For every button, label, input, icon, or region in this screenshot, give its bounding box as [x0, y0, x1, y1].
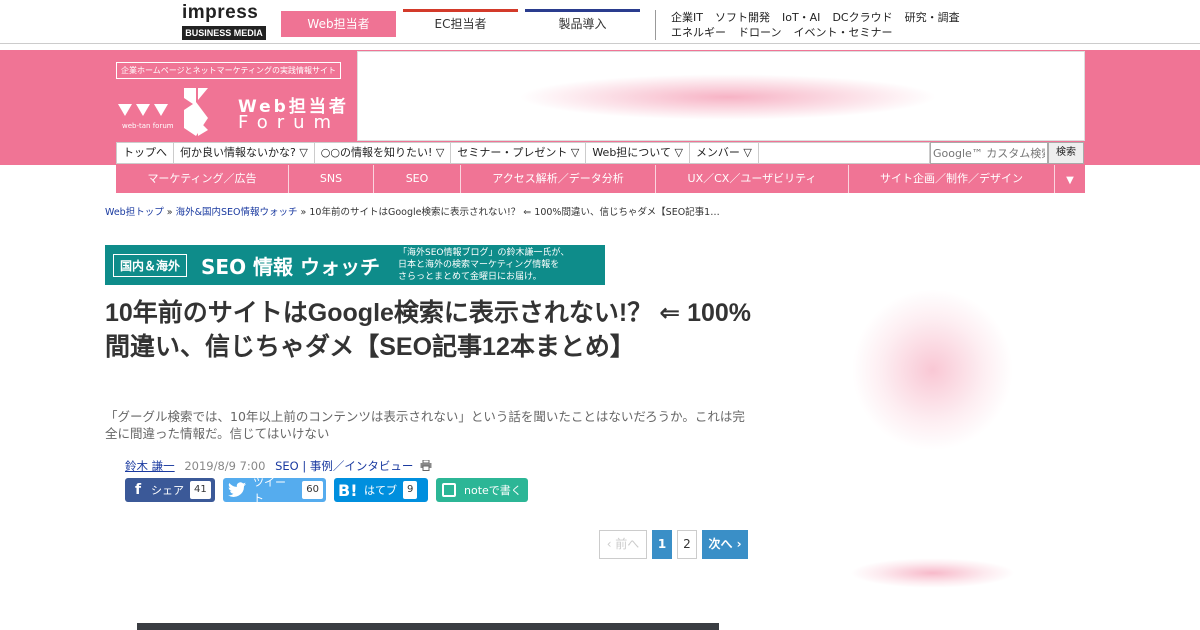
article-date: 2019/8/9 7:00 — [184, 459, 266, 473]
top-link[interactable]: 企業IT — [671, 10, 703, 25]
twitter-label: ツイート — [253, 476, 286, 505]
article-title: 10年前のサイトはGoogle検索に表示されない!？ ⇐ 100%間違い、信じち… — [105, 299, 752, 361]
note-label: noteで書く — [464, 484, 522, 497]
web-tan-logo-mark — [118, 88, 208, 136]
category-ux[interactable]: UX／CX／ユーザビリティ — [656, 165, 849, 193]
category-nav: マーケティング／広告 SNS SEO アクセス解析／データ分析 UX／CX／ユー… — [116, 165, 1085, 193]
category-seo[interactable]: SEO — [374, 165, 461, 193]
breadcrumb-home[interactable]: Web担トップ — [105, 207, 164, 218]
facebook-label: シェア — [151, 484, 184, 497]
category-more-icon[interactable]: ▼ — [1055, 165, 1085, 193]
twitter-icon — [227, 481, 247, 499]
sidebar-ad[interactable] — [850, 290, 1015, 450]
hatena-label: はてブ — [364, 484, 397, 497]
category-site-planning[interactable]: サイト企画／制作／デザイン — [849, 165, 1055, 193]
top-link[interactable]: ソフト開発 — [715, 10, 770, 25]
article-category[interactable]: 事例／インタビュー — [310, 459, 414, 473]
pager-page-2[interactable]: 2 — [677, 530, 697, 559]
ad-placeholder-image — [518, 74, 938, 120]
menu-item-member[interactable]: メンバー ▽ — [690, 143, 759, 163]
pager-next-button[interactable]: 次へ › — [702, 530, 748, 559]
note-share-button[interactable]: noteで書く — [436, 478, 528, 502]
facebook-icon: f — [134, 482, 142, 498]
logo-sub: Forum — [238, 112, 341, 133]
top-link[interactable]: エネルギー — [671, 25, 726, 40]
top-links: 企業IT ソフト開発 IoT・AI DCクラウド 研究・調査 エネルギー ドローン イベント… — [671, 10, 1001, 40]
site-logo[interactable]: 企業ホームページとネットマーケティングの実践情報サイト Web担当者 Forum… — [116, 60, 356, 140]
breadcrumb-section[interactable]: 海外&国内SEO情報ウォッチ — [176, 207, 298, 218]
ad-banner[interactable] — [357, 51, 1085, 141]
article-author[interactable]: 鈴木 謙一 — [125, 459, 175, 473]
facebook-count: 41 — [190, 481, 211, 499]
logo-small: web-tan forum — [122, 122, 174, 130]
breadcrumb-sep: » — [166, 207, 173, 218]
web-tan-logo: Web担当者 Forum web-tan forum — [116, 84, 356, 140]
divider — [655, 10, 656, 40]
impress-logo-word: impress — [182, 2, 259, 23]
note-icon — [442, 483, 456, 497]
top-bar: impress BUSINESS MEDIA Web担当者 EC担当者 製品導入… — [0, 0, 1200, 44]
impress-logo[interactable]: impress BUSINESS MEDIA — [182, 3, 266, 41]
site-tagline: 企業ホームページとネットマーケティングの実践情報サイト — [116, 62, 341, 79]
seo-banner-desc: 「海外SEO情報ブログ」の鈴木謙一氏が、 日本と海外の検索マーケティング情報を … — [398, 247, 569, 283]
menu-item-seminar[interactable]: セミナー・プレゼント ▽ — [451, 143, 587, 163]
twitter-count: 60 — [302, 481, 323, 499]
breadcrumb-sep: » — [300, 207, 307, 218]
tab-ec-tantousha[interactable]: EC担当者 — [403, 9, 518, 38]
search-button[interactable]: 検索 — [1048, 142, 1084, 164]
sidebar-ad-small[interactable] — [850, 558, 1015, 588]
twitter-share-button[interactable]: ツイート 60 — [223, 476, 326, 505]
category-analytics[interactable]: アクセス解析／データ分析 — [461, 165, 656, 193]
article-category[interactable]: SEO — [275, 459, 299, 473]
top-link[interactable]: DCクラウド — [832, 10, 892, 25]
menu-item-good-info[interactable]: 何か良い情報ないかな? ▽ — [174, 143, 315, 163]
hatena-count: 9 — [403, 481, 418, 499]
article-hero-image — [137, 623, 719, 630]
category-marketing[interactable]: マーケティング／広告 — [116, 165, 289, 193]
search-box: 検索 — [930, 142, 1085, 164]
seo-banner-desc-line: 「海外SEO情報ブログ」の鈴木謙一氏が、 — [398, 248, 570, 258]
facebook-share-button[interactable]: f シェア 41 — [125, 478, 215, 502]
main-menu: トップへ 何か良い情報ないかな? ▽ ○○の情報を知りたい! ▽ セミナー・プレ… — [116, 142, 930, 164]
hatena-bookmark-button[interactable]: B! はてブ 9 — [334, 478, 428, 502]
article-lead: 「グーグル検索では、10年以上前のコンテンツは表示されない」という話を聞いたこと… — [105, 409, 745, 441]
pagination: ‹ 前へ 1 2 次へ › — [594, 530, 748, 559]
top-links-row1: 企業IT ソフト開発 IoT・AI DCクラウド 研究・調査 — [671, 10, 1001, 25]
seo-banner-desc-line: 日本と海外の検索マーケティング情報を — [398, 260, 560, 270]
search-input[interactable] — [930, 142, 1048, 164]
print-icon[interactable] — [420, 459, 432, 474]
seo-banner-badge: 国内＆海外 — [113, 253, 188, 277]
menu-item-about[interactable]: Web担について ▽ — [586, 143, 690, 163]
article-meta: 鈴木 謙一 2019/8/9 7:00 SEO | 事例／インタビュー — [125, 458, 432, 474]
breadcrumb: Web担トップ » 海外&国内SEO情報ウォッチ » 10年前のサイトはGoog… — [105, 204, 755, 218]
seo-banner-desc-line: さらっとまとめて金曜日にお届け。 — [398, 272, 542, 282]
menu-item-want-info[interactable]: ○○の情報を知りたい! ▽ — [315, 143, 452, 163]
menu-item-top[interactable]: トップへ — [117, 143, 174, 163]
tab-product-intro[interactable]: 製品導入 — [525, 9, 640, 38]
hatena-icon: B! — [338, 480, 358, 500]
pager-page-1[interactable]: 1 — [652, 530, 672, 559]
breadcrumb-current: 10年前のサイトはGoogle検索に表示されない!？ ⇐ 100%間違い、信じち… — [309, 207, 720, 218]
pager-prev-button: ‹ 前へ — [599, 530, 647, 559]
top-link[interactable]: 研究・調査 — [905, 10, 960, 25]
tab-web-tantousha[interactable]: Web担当者 — [281, 11, 396, 37]
top-link[interactable]: ドローン — [738, 25, 781, 40]
category-sns[interactable]: SNS — [289, 165, 374, 193]
article-category-sep: | — [302, 459, 307, 473]
impress-logo-sub: BUSINESS MEDIA — [182, 26, 266, 40]
seo-watch-banner[interactable]: 国内＆海外 SEO 情報 ウォッチ 「海外SEO情報ブログ」の鈴木謙一氏が、 日… — [105, 245, 605, 285]
top-link[interactable]: IoT・AI — [782, 10, 820, 25]
top-links-row2: エネルギー ドローン イベント・セミナー — [671, 25, 1001, 40]
top-link[interactable]: イベント・セミナー — [793, 25, 892, 40]
seo-banner-title: SEO 情報 ウォッチ — [201, 254, 381, 279]
share-buttons: f シェア 41 ツイート 60 B! はてブ 9 noteで書く — [125, 476, 536, 505]
